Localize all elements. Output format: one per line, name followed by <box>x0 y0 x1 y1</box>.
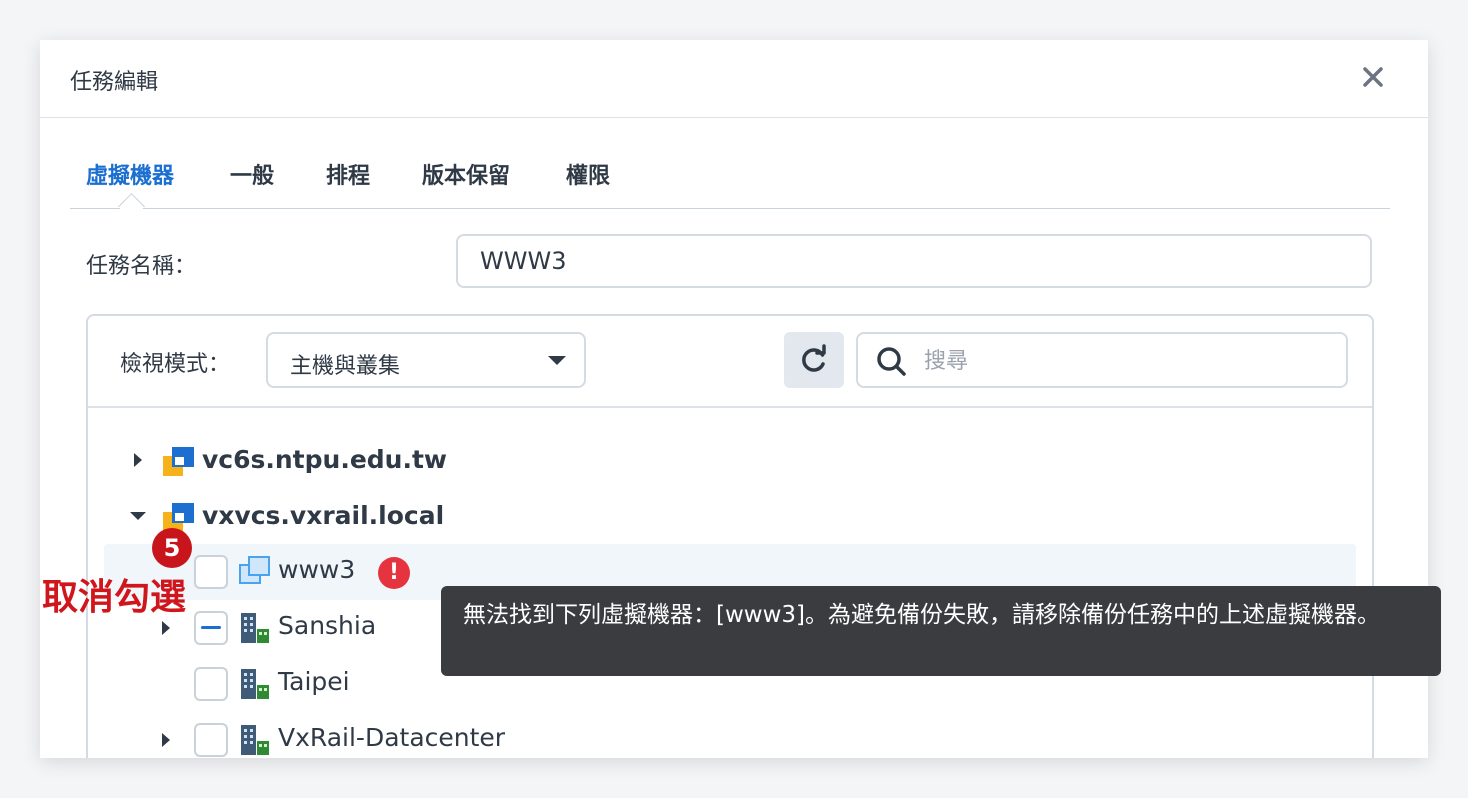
tree-node-vcenter-2[interactable]: vxvcs.vxrail.local <box>88 488 1372 544</box>
search-input[interactable] <box>922 344 1326 378</box>
building-icon <box>238 611 272 649</box>
dialog-title: 任務編輯 <box>70 70 159 95</box>
tree-node-vcenter-1[interactable]: vc6s.ntpu.edu.tw <box>88 432 1372 488</box>
search-box[interactable] <box>856 332 1348 388</box>
annotation-text: 取消勾選 <box>42 576 187 618</box>
close-icon <box>1363 67 1383 87</box>
tab-schedule[interactable]: 排程 <box>326 158 370 190</box>
tree-node-label: Taipei <box>278 667 350 696</box>
tab-retention[interactable]: 版本保留 <box>422 158 510 190</box>
vm-tree-panel: 檢視模式： 主機與叢集 搜尋 vc6s.ntpu.edu.tw vxvcs.vx… <box>86 314 1374 758</box>
tree-toolbar: 檢視模式： 主機與叢集 <box>88 316 1372 408</box>
view-mode-value: 主機與叢集 <box>290 354 401 379</box>
collapse-arrow-icon[interactable] <box>130 512 146 520</box>
active-tab-indicator <box>118 193 145 220</box>
cluster-taipei-checkbox[interactable] <box>194 667 228 701</box>
step-badge: 5 <box>152 528 192 568</box>
refresh-icon <box>802 344 826 372</box>
task-name-label: 任務名稱： <box>86 254 197 279</box>
vm-missing-tooltip: 無法找到下列虛擬機器：[www3]。為避免備份失敗，請移除備份任務中的上述虛擬機… <box>441 586 1441 676</box>
cluster-sanshia-checkbox[interactable] <box>194 611 228 645</box>
building-icon <box>238 723 272 758</box>
tree-node-cluster-vxrail-datacenter[interactable]: VxRail-Datacenter <box>88 712 1372 758</box>
view-mode-label: 檢視模式： <box>120 352 231 377</box>
tree-node-label: www3 <box>278 555 356 584</box>
tree-node-label: vxvcs.vxrail.local <box>202 501 445 530</box>
expand-arrow-icon[interactable] <box>162 621 170 635</box>
vcenter-icon <box>162 445 196 483</box>
task-name-input[interactable] <box>456 234 1372 288</box>
view-mode-select[interactable]: 主機與叢集 <box>266 332 586 388</box>
tab-virtual-machines[interactable]: 虛擬機器 <box>86 158 174 190</box>
chevron-down-icon <box>548 356 566 365</box>
refresh-button[interactable] <box>784 332 844 388</box>
tab-permissions[interactable]: 權限 <box>566 158 610 190</box>
cluster-vxrail-checkbox[interactable] <box>194 723 228 757</box>
partial-check-icon <box>201 626 221 629</box>
search-icon <box>877 347 906 376</box>
dialog-header: 任務編輯 <box>40 40 1428 118</box>
tab-general[interactable]: 一般 <box>230 158 274 190</box>
close-button[interactable] <box>1358 62 1388 92</box>
expand-arrow-icon[interactable] <box>134 453 142 467</box>
tab-bar: 虛擬機器 一般 排程 版本保留 權限 <box>70 158 1390 220</box>
tree-node-label: Sanshia <box>278 611 377 640</box>
error-icon[interactable]: ! <box>378 557 410 589</box>
vm-www3-checkbox[interactable] <box>194 555 228 589</box>
tree-node-label: VxRail-Datacenter <box>278 723 506 752</box>
vm-icon <box>238 554 272 592</box>
tree-node-label: vc6s.ntpu.edu.tw <box>202 445 448 474</box>
building-icon <box>238 667 272 705</box>
expand-arrow-icon[interactable] <box>162 733 170 747</box>
